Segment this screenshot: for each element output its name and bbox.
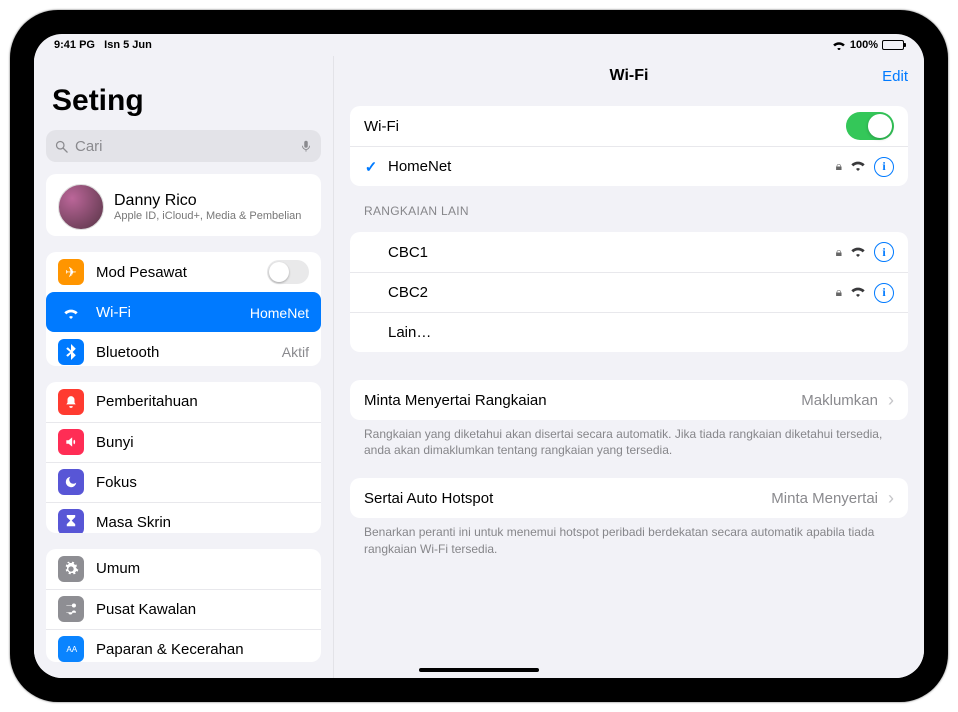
wifi-icon	[58, 300, 84, 326]
ask-to-join-label: Minta Menyertai Rangkaian	[364, 392, 791, 409]
connected-network-row[interactable]: ✓ HomeNet 🔒︎ i	[350, 146, 908, 186]
search-field[interactable]	[46, 130, 321, 162]
status-left: 9:41 PG Isn 5 Jun	[54, 39, 152, 51]
sliders-icon	[58, 596, 84, 622]
status-date: Isn 5 Jun	[104, 39, 152, 51]
auto-hotspot-row[interactable]: Sertai Auto Hotspot Minta Menyertai ›	[350, 478, 908, 518]
other-networks-header: RANGKAIAN LAIN	[364, 204, 894, 218]
hourglass-icon	[58, 509, 84, 533]
wifi-status-icon	[832, 40, 846, 51]
wifi-toggle[interactable]	[846, 112, 894, 140]
sidebar-item-control-center[interactable]: Pusat Kawalan	[46, 589, 321, 629]
wifi-signal-icon	[850, 158, 866, 175]
chevron-right-icon: ›	[888, 390, 894, 411]
bluetooth-icon	[58, 339, 84, 365]
svg-text:AA: AA	[66, 645, 77, 654]
profile-card[interactable]: Danny Rico Apple ID, iCloud+, Media & Pe…	[46, 174, 321, 236]
sidebar-group-general: Umum Pusat Kawalan AA Paparan & Keceraha…	[46, 549, 321, 662]
sidebar-item-label: Pusat Kawalan	[96, 601, 309, 618]
lock-icon: 🔒︎	[836, 159, 842, 174]
info-button[interactable]: i	[874, 242, 894, 262]
sidebar-group-notifications: Pemberitahuan Bunyi Fokus	[46, 382, 321, 533]
sidebar-item-airplane[interactable]: ✈︎ Mod Pesawat	[46, 252, 321, 292]
profile-name: Danny Rico	[114, 192, 301, 210]
wifi-toggle-section: Wi-Fi ✓ HomeNet 🔒︎ i	[350, 106, 908, 186]
sidebar-group-connectivity: ✈︎ Mod Pesawat Wi-Fi HomeNet	[46, 252, 321, 365]
info-button[interactable]: i	[874, 283, 894, 303]
gear-icon	[58, 556, 84, 582]
auto-hotspot-label: Sertai Auto Hotspot	[364, 490, 761, 507]
connected-network-name: HomeNet	[388, 158, 826, 175]
lock-icon: 🔒︎	[836, 285, 842, 300]
sidebar-item-bluetooth[interactable]: Bluetooth Aktif	[46, 332, 321, 365]
checkmark-icon: ✓	[364, 158, 378, 176]
chevron-right-icon: ›	[888, 488, 894, 509]
network-name: CBC1	[388, 244, 826, 261]
wifi-signal-icon	[850, 244, 866, 261]
ask-to-join-value: Maklumkan	[801, 392, 878, 409]
ask-to-join-section: Minta Menyertai Rangkaian Maklumkan ›	[350, 380, 908, 420]
sidebar-item-sound[interactable]: Bunyi	[46, 422, 321, 462]
network-row[interactable]: CBC2 🔒︎ i	[350, 272, 908, 312]
moon-icon	[58, 469, 84, 495]
speaker-icon	[58, 429, 84, 455]
ask-to-join-footnote: Rangkaian yang diketahui akan disertai s…	[364, 426, 894, 458]
wifi-signal-icon	[850, 284, 866, 301]
profile-subtitle: Apple ID, iCloud+, Media & Pembelian	[114, 210, 301, 222]
wifi-toggle-row: Wi-Fi	[350, 106, 908, 146]
sidebar-item-label: Paparan & Kecerahan	[96, 641, 309, 658]
network-name: CBC2	[388, 284, 826, 301]
sidebar-item-focus[interactable]: Fokus	[46, 462, 321, 502]
ask-to-join-row[interactable]: Minta Menyertai Rangkaian Maklumkan ›	[350, 380, 908, 420]
auto-hotspot-footnote: Benarkan peranti ini untuk menemui hotsp…	[364, 524, 894, 556]
sidebar: Seting Danny Rico Apple ID, iCloud+, Med…	[34, 56, 334, 678]
edit-button[interactable]: Edit	[882, 68, 908, 85]
status-time: 9:41 PG	[54, 39, 95, 51]
airplane-icon: ✈︎	[58, 259, 84, 285]
auto-hotspot-value: Minta Menyertai	[771, 490, 878, 507]
info-button[interactable]: i	[874, 157, 894, 177]
sidebar-item-label: Bluetooth	[96, 344, 270, 361]
bell-icon	[58, 389, 84, 415]
sidebar-item-label: Mod Pesawat	[96, 264, 255, 281]
network-row[interactable]: CBC1 🔒︎ i	[350, 232, 908, 272]
device-frame: 9:41 PG Isn 5 Jun 100% Seting	[10, 10, 948, 702]
dictation-icon[interactable]	[299, 139, 313, 153]
navbar: Wi-Fi Edit	[334, 56, 924, 96]
sidebar-item-label: Pemberitahuan	[96, 393, 309, 410]
search-icon	[54, 139, 69, 154]
lock-icon: 🔒︎	[836, 245, 842, 260]
sidebar-item-wifi[interactable]: Wi-Fi HomeNet	[46, 292, 321, 332]
sidebar-item-detail: HomeNet	[250, 305, 309, 321]
other-network-row[interactable]: Lain…	[350, 312, 908, 352]
sidebar-item-general[interactable]: Umum	[46, 549, 321, 589]
other-networks-section: CBC1 🔒︎ i CBC2 🔒︎ i	[350, 232, 908, 352]
status-right: 100%	[832, 39, 904, 51]
sidebar-item-label: Fokus	[96, 474, 309, 491]
sidebar-item-notifications[interactable]: Pemberitahuan	[46, 382, 321, 422]
page-title: Wi-Fi	[610, 67, 649, 85]
sidebar-item-label: Masa Skrin	[96, 514, 309, 531]
search-input[interactable]	[69, 138, 299, 155]
battery-icon	[882, 40, 904, 50]
sidebar-item-label: Umum	[96, 560, 309, 577]
brightness-icon: AA	[58, 636, 84, 662]
airplane-toggle[interactable]	[267, 260, 309, 284]
other-network-label: Lain…	[388, 324, 894, 341]
wifi-toggle-label: Wi-Fi	[364, 118, 836, 135]
battery-percent: 100%	[850, 39, 878, 51]
sidebar-item-display[interactable]: AA Paparan & Kecerahan	[46, 629, 321, 662]
sidebar-item-label: Wi-Fi	[96, 304, 238, 321]
status-bar: 9:41 PG Isn 5 Jun 100%	[34, 34, 924, 56]
screen: 9:41 PG Isn 5 Jun 100% Seting	[34, 34, 924, 678]
sidebar-item-detail: Aktif	[282, 344, 309, 360]
auto-hotspot-section: Sertai Auto Hotspot Minta Menyertai ›	[350, 478, 908, 518]
sidebar-item-label: Bunyi	[96, 434, 309, 451]
content-pane: Wi-Fi Edit Wi-Fi ✓ HomeNet 🔒︎ i	[334, 56, 924, 678]
home-indicator	[419, 668, 539, 672]
sidebar-item-screentime[interactable]: Masa Skrin	[46, 502, 321, 533]
avatar	[58, 184, 104, 230]
sidebar-title: Seting	[46, 56, 321, 124]
